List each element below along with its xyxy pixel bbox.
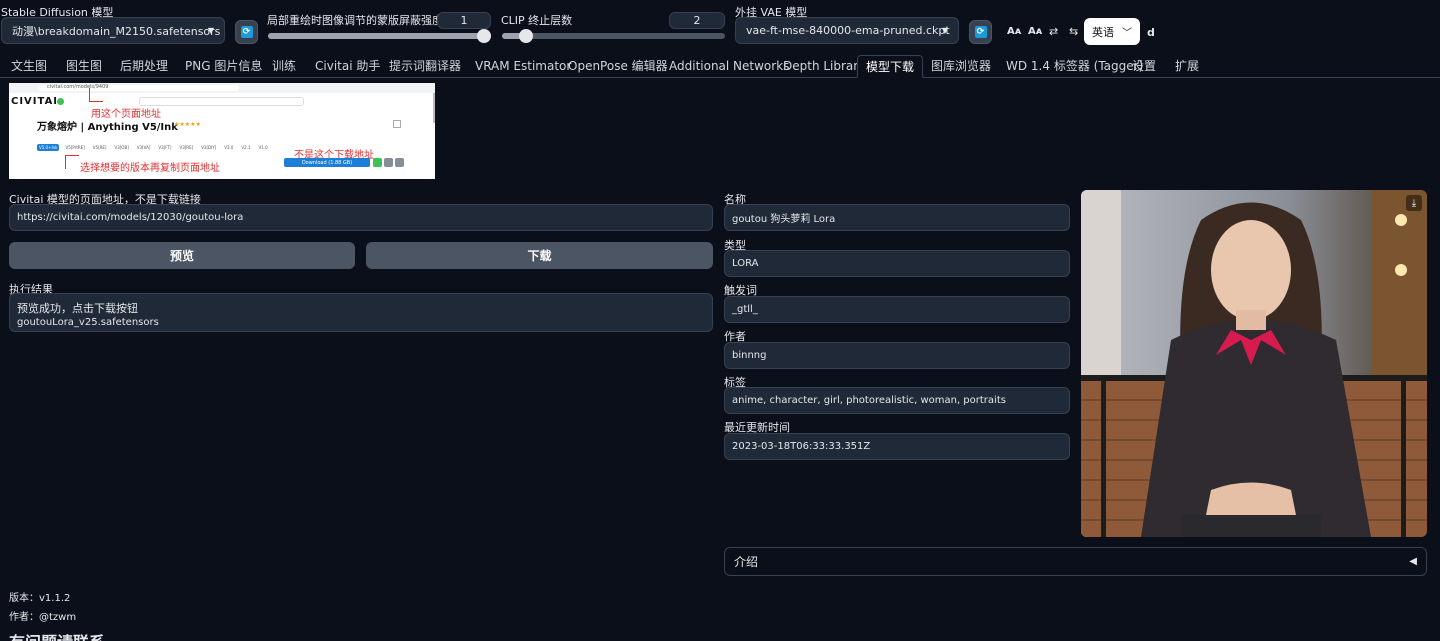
font-large-icon[interactable]: Aᴀ [1007,26,1021,37]
settings-swap-icon[interactable]: ⇆ [1069,25,1078,38]
preview-button[interactable]: 预览 [9,242,355,269]
tab-txt2img[interactable]: 文生图 [11,55,47,78]
clip-slider-thumb[interactable] [519,29,533,43]
tab-openpose-editor[interactable]: OpenPose 编辑器 [568,55,668,78]
ref-version-chip: V2.1 [241,145,251,150]
vae-refresh-button[interactable]: ⟳ [969,20,992,44]
clip-skip-label: CLIP 终止层数 [501,14,573,27]
contact-heading: 有问题请联系 [9,629,105,641]
ref-rating: ★★★★★ [174,121,201,128]
name-value: goutou 狗头萝莉 Lora [732,214,836,225]
tab-img2img[interactable]: 图生图 [66,55,102,78]
updated-value: 2023-03-18T06:33:33.351Z [732,441,871,452]
model-url-value: https://civitai.com/models/12030/goutou-… [17,212,244,223]
ref-version-chip: V3[FT] [158,145,172,150]
ref-version-chip: V5[RE] [92,145,107,150]
ref-download-button: Download (1.88 GB) [284,158,370,167]
author-text: 作者：@tzwm [9,612,77,623]
ref-version-chip: V1.0 [258,145,268,150]
name-field[interactable]: goutou 狗头萝莉 Lora [724,204,1070,231]
tab-extensions[interactable]: 扩展 [1175,55,1199,78]
ref-version-chips: V5.0+Ink V5[PrtRE] V5[RE] V3[OB] V3[VA] V3[FT… [37,144,270,151]
tab-train[interactable]: 训练 [272,55,296,78]
tags-value: anime, character, girl, photorealistic, … [732,395,1006,406]
model-url-input[interactable]: https://civitai.com/models/12030/goutou-… [9,204,713,231]
ref-version-chip: V3.0 [224,145,234,150]
tab-png-info[interactable]: PNG 图片信息 [185,55,262,78]
trigger-value: _gtll_ [732,304,758,315]
mask-strength-label: 局部重绘时图像调节的蒙版屏蔽强度 [267,14,443,27]
extra-letter: d [1147,26,1155,39]
tab-gallery-browser[interactable]: 图库浏览器 [931,55,991,78]
result-output: 预览成功，点击下载按钮 goutouLora_v25.safetensors [9,293,713,332]
ref-version-chip: V3[DIY] [201,145,217,150]
mask-strength-input[interactable]: 1 [437,12,491,29]
tab-extras[interactable]: 后期处理 [120,55,168,78]
ref-version-chip: V3[OB] [114,145,129,150]
refresh-icon: ⟳ [240,26,253,38]
mask-strength-slider[interactable] [268,29,491,43]
collapse-left-icon: ◀ [1409,556,1417,567]
vae-select[interactable]: vae-ft-mse-840000-ema-pruned.ckpt ▼ [735,17,959,44]
chevron-down-icon: ﹀ [1122,28,1132,39]
tab-prompt-translator[interactable]: 提示词翻译器 [389,55,461,78]
hint-select-version: 选择想要的版本再复制页面地址 [80,163,220,174]
intro-label: 介绍 [734,555,759,569]
result-line-status: 预览成功，点击下载按钮 [17,302,138,315]
type-field[interactable]: LORA [724,250,1070,277]
tab-settings[interactable]: 设置 [1132,55,1156,78]
trigger-field[interactable]: _gtll_ [724,296,1070,323]
result-line-file: goutouLora_v25.safetensors [17,317,159,328]
chevron-down-icon: ▼ [207,26,214,35]
clip-skip-input[interactable]: 2 [669,12,725,29]
model-preview-image: ⤓ [1081,190,1427,537]
swap-icon[interactable]: ⇄ [1049,25,1058,38]
tab-additional-networks[interactable]: Additional Networks [669,55,789,78]
civitai-logo: CIVITAI [11,96,59,107]
chevron-down-icon: ▼ [941,26,948,35]
author-value: binnng [732,350,767,361]
tab-vram-estimator[interactable]: VRAM Estimator [475,55,571,78]
main-tabs: 文生图 图生图 后期处理 PNG 图片信息 训练 Civitai 助手 提示词翻… [0,55,1440,78]
ref-model-title: 万象熔炉 | Anything V5/Ink [37,122,178,133]
download-image-icon[interactable]: ⤓ [1406,195,1422,211]
sd-model-refresh-button[interactable]: ⟳ [235,20,258,44]
tags-field[interactable]: anime, character, girl, photorealistic, … [724,387,1070,414]
version-text: 版本：v1.1.2 [9,593,71,604]
tab-civitai-helper[interactable]: Civitai 助手 [315,55,380,78]
vae-value: vae-ft-mse-840000-ema-pruned.ckpt [746,24,950,37]
ref-version-chip: V3[VA] [136,145,151,150]
updated-field[interactable]: 2023-03-18T06:33:33.351Z [724,433,1070,460]
author-field[interactable]: binnng [724,342,1070,369]
tab-wd14-tagger[interactable]: WD 1.4 标签器 (Tagger) [1006,55,1143,78]
tab-depth-library[interactable]: Depth Library [783,55,865,78]
usage-hint-image: civitai.com/models/9409 CIVITAI 用这个页面地址 … [9,83,435,179]
mask-slider-thumb[interactable] [477,29,491,43]
ref-version-chip: V5[PrtRE] [65,145,85,150]
tab-model-download[interactable]: 模型下载 [857,55,924,78]
refresh-icon: ⟳ [974,26,987,38]
download-button[interactable]: 下载 [366,242,713,269]
font-small-icon[interactable]: Aᴀ [1028,26,1042,37]
language-select[interactable]: 英语 ﹀ [1084,18,1140,45]
sd-model-select[interactable]: 动漫\breakdomain_M2150.safetensors [364a13… [1,17,225,44]
sd-model-value: 动漫\breakdomain_M2150.safetensors [364a13 [12,24,224,38]
clip-skip-slider[interactable] [502,29,725,43]
ref-version-chip: V5.0+Ink [37,144,60,151]
language-value: 英语 [1092,25,1114,39]
ref-version-chip: V3[RE] [179,145,194,150]
type-value: LORA [732,258,759,269]
intro-accordion[interactable]: 介绍 ◀ [724,547,1427,576]
